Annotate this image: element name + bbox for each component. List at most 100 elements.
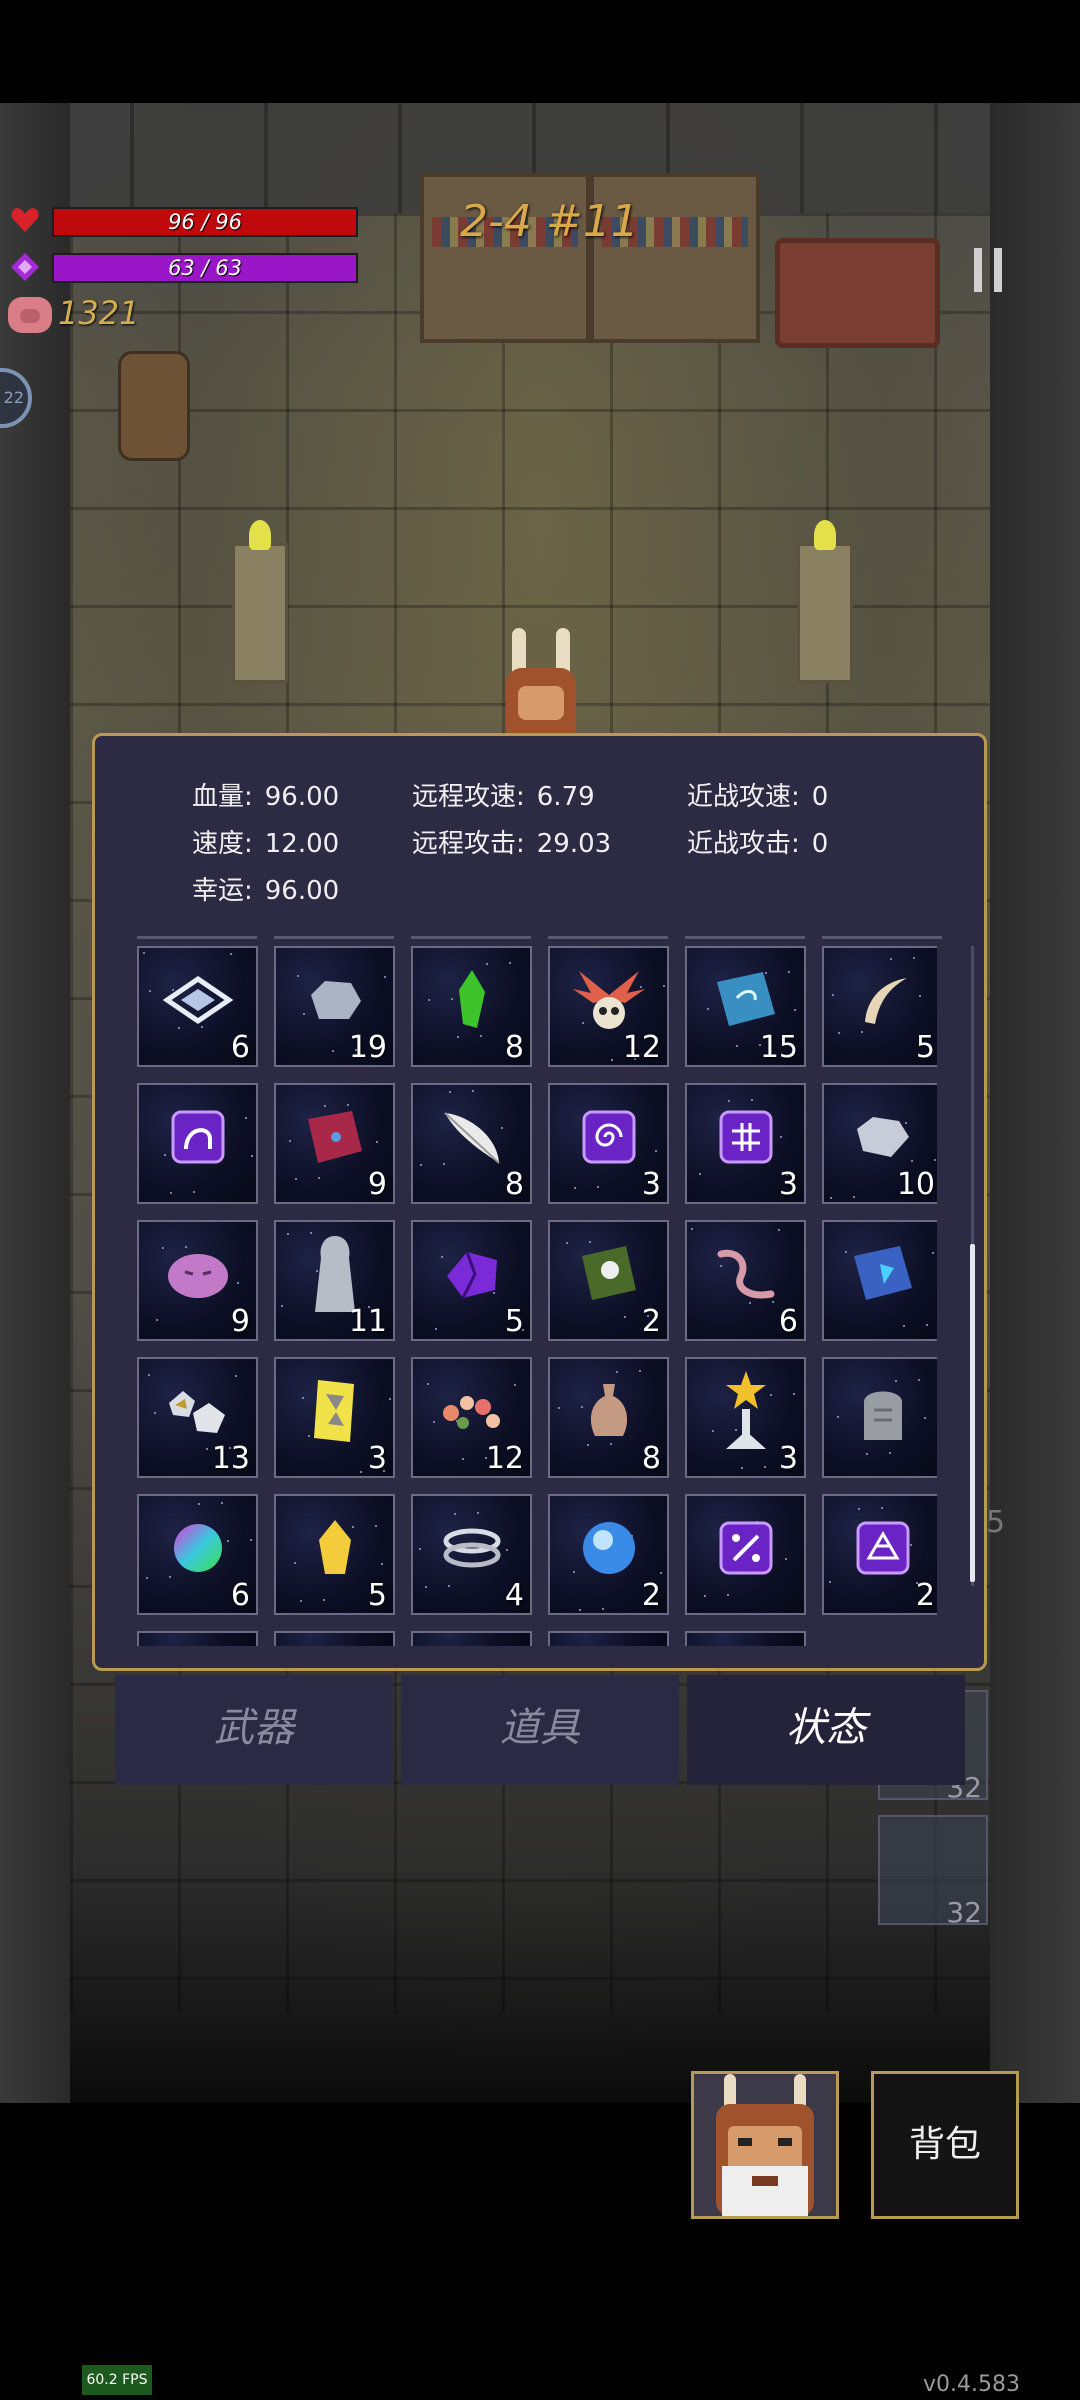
item-count: 8 bbox=[504, 1167, 524, 1202]
inventory-slot[interactable]: 2 bbox=[822, 1494, 937, 1615]
pause-button[interactable] bbox=[970, 248, 1010, 292]
diamond-rune-icon bbox=[162, 975, 233, 1029]
item-count: 3 bbox=[778, 1441, 798, 1476]
inventory-slot[interactable]: 5 bbox=[822, 946, 937, 1067]
tab-weapons[interactable]: 武器 bbox=[115, 1675, 393, 1785]
inventory-grid: 6 19 8 12 15 5 9 8 3 3 10 9 11 5 2 6 13 3 12 8 3 6 5 4 2 2 bbox=[137, 946, 937, 1646]
inventory-slot[interactable]: 13 bbox=[137, 1357, 258, 1478]
purple-rune-triangle-icon bbox=[855, 1520, 911, 1580]
item-count: 4 bbox=[504, 1578, 524, 1613]
item-count: 12 bbox=[622, 1030, 661, 1065]
tab-items[interactable]: 道具 bbox=[401, 1675, 679, 1785]
yellow-card-icon bbox=[310, 1376, 360, 1450]
inventory-slot[interactable] bbox=[685, 1631, 806, 1646]
item-count: 3 bbox=[641, 1167, 661, 1202]
inventory-slot[interactable]: 10 bbox=[822, 1083, 937, 1204]
inventory-slot[interactable]: 3 bbox=[685, 1357, 806, 1478]
inventory-slot[interactable]: 5 bbox=[411, 1220, 532, 1341]
item-count: 13 bbox=[211, 1441, 250, 1476]
row-divider bbox=[137, 936, 942, 939]
ore-chunks-icon bbox=[165, 1383, 231, 1443]
inventory-slot[interactable]: 4 bbox=[411, 1494, 532, 1615]
white-feather-icon bbox=[437, 1105, 507, 1173]
green-crystal-icon bbox=[455, 968, 489, 1036]
inventory-slot[interactable] bbox=[548, 1631, 669, 1646]
mana-text: 63 / 63 bbox=[168, 256, 242, 280]
rainbow-orb-icon bbox=[170, 1520, 226, 1580]
item-count: 12 bbox=[485, 1441, 524, 1476]
grey-stone-icon bbox=[305, 975, 365, 1029]
red-book-icon bbox=[302, 1107, 368, 1171]
inventory-slot[interactable]: 11 bbox=[274, 1220, 395, 1341]
gold-crystal-icon bbox=[315, 1518, 355, 1582]
item-count: 9 bbox=[230, 1304, 250, 1339]
inventory-scroll-thumb[interactable] bbox=[970, 1244, 975, 1582]
inventory-slot[interactable] bbox=[822, 1220, 937, 1341]
inventory-slot[interactable]: 12 bbox=[548, 946, 669, 1067]
inventory-slot[interactable]: 2 bbox=[548, 1494, 669, 1615]
inventory-slot[interactable]: 3 bbox=[685, 1083, 806, 1204]
version-label: v0.4.583 bbox=[923, 2372, 1020, 2397]
item-count: 8 bbox=[504, 1030, 524, 1065]
backpack-button[interactable]: 背包 bbox=[871, 2071, 1019, 2219]
stat-hp: 血量: 96.00 bbox=[192, 782, 340, 812]
pig-coin-icon bbox=[8, 297, 52, 333]
inventory-slot[interactable]: 2 bbox=[548, 1220, 669, 1341]
quick-slot-potion[interactable]: 32 bbox=[878, 1815, 988, 1929]
purple-rune-percent-icon bbox=[718, 1520, 774, 1580]
purple-rune-curve-icon bbox=[170, 1109, 226, 1169]
brazier-left bbox=[232, 520, 288, 683]
treasure-chest[interactable] bbox=[775, 238, 940, 348]
right-wall bbox=[990, 103, 1080, 2103]
inventory-slot[interactable]: 3 bbox=[548, 1083, 669, 1204]
brazier-right bbox=[797, 520, 853, 683]
inventory-slot[interactable]: 15 bbox=[685, 946, 806, 1067]
item-count: 8 bbox=[641, 1441, 661, 1476]
inventory-slot[interactable]: 9 bbox=[274, 1083, 395, 1204]
inventory-slot[interactable]: 8 bbox=[411, 946, 532, 1067]
inventory-slot[interactable] bbox=[274, 1631, 395, 1646]
item-count: 2 bbox=[641, 1304, 661, 1339]
blue-spellbook-icon bbox=[711, 968, 781, 1036]
inventory-slot[interactable]: 5 bbox=[274, 1494, 395, 1615]
inventory-slot[interactable] bbox=[411, 1631, 532, 1646]
inventory-slot[interactable]: 19 bbox=[274, 946, 395, 1067]
tab-status[interactable]: 状态 bbox=[687, 1675, 965, 1785]
inventory-slot[interactable]: 3 bbox=[274, 1357, 395, 1478]
stat-melee-attack: 近战攻击: 0 bbox=[687, 829, 829, 859]
item-count: 6 bbox=[230, 1578, 250, 1613]
barrel bbox=[118, 351, 190, 461]
inventory-slot[interactable]: 8 bbox=[548, 1357, 669, 1478]
coin-count: 1321 bbox=[58, 294, 140, 332]
inventory-slot[interactable]: 9 bbox=[137, 1220, 258, 1341]
character-portrait[interactable] bbox=[691, 2071, 839, 2219]
inventory-slot[interactable]: 6 bbox=[137, 946, 258, 1067]
sack-icon bbox=[587, 1380, 631, 1446]
inventory-slot[interactable] bbox=[685, 1494, 806, 1615]
inventory-slot[interactable]: 6 bbox=[137, 1494, 258, 1615]
purple-rune-cross-icon bbox=[718, 1109, 774, 1169]
inventory-slot[interactable] bbox=[822, 1357, 937, 1478]
fps-counter: 60.2 FPS bbox=[82, 2365, 152, 2395]
inventory-slot[interactable]: 6 bbox=[685, 1220, 806, 1341]
skull-tome-icon bbox=[576, 1242, 642, 1310]
character-face-icon bbox=[716, 2074, 814, 2216]
item-count: 5 bbox=[915, 1030, 935, 1065]
star-trophy-icon bbox=[718, 1369, 774, 1457]
heart-icon bbox=[11, 208, 39, 232]
side-number: 5 bbox=[986, 1505, 1006, 1540]
inventory-slot[interactable] bbox=[137, 1083, 258, 1204]
inventory-slot[interactable]: 8 bbox=[411, 1083, 532, 1204]
inventory-slot[interactable] bbox=[137, 1631, 258, 1646]
item-count: 6 bbox=[230, 1030, 250, 1065]
blue-orb-icon bbox=[579, 1518, 639, 1582]
silver-rings-icon bbox=[439, 1523, 505, 1577]
stat-speed: 速度: 12.00 bbox=[192, 829, 340, 859]
item-count: 2 bbox=[915, 1578, 935, 1613]
stat-ranged-attack-speed: 远程攻速: 6.79 bbox=[412, 782, 595, 812]
item-count: 6 bbox=[778, 1304, 798, 1339]
item-count: 15 bbox=[759, 1030, 798, 1065]
health-text: 96 / 96 bbox=[168, 210, 242, 234]
inventory-slot[interactable]: 12 bbox=[411, 1357, 532, 1478]
mana-bar: 63 / 63 bbox=[52, 253, 358, 283]
